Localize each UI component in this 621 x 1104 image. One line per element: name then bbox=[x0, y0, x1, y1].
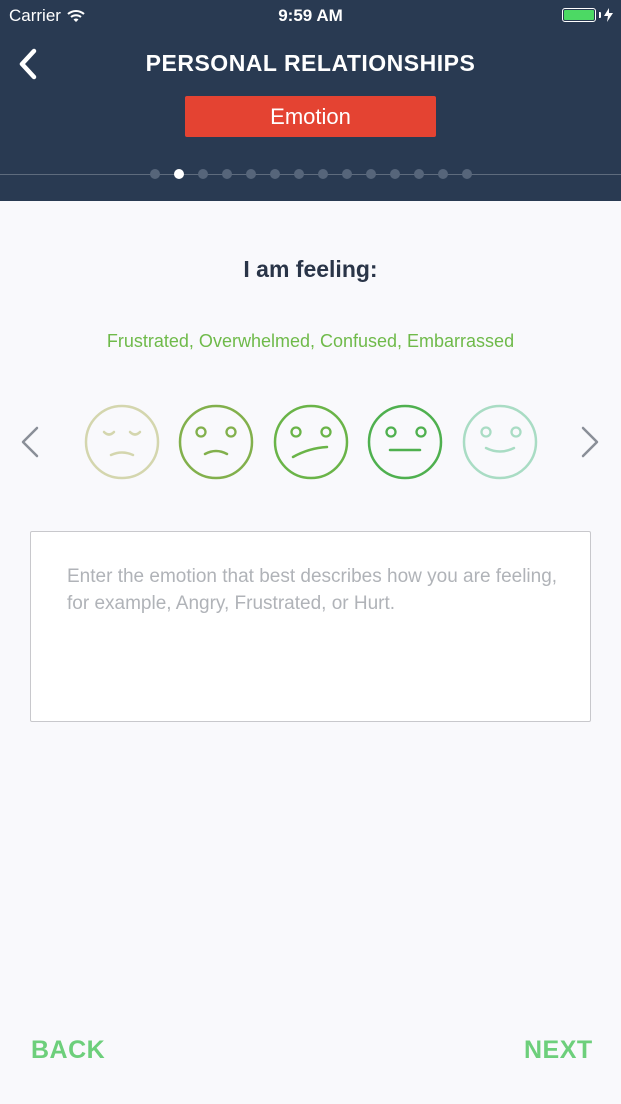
next-button[interactable]: NEXT bbox=[524, 1036, 593, 1065]
back-button[interactable]: BACK bbox=[31, 1036, 105, 1065]
smile-face-icon bbox=[462, 404, 538, 480]
neutral-face-icon bbox=[367, 404, 443, 480]
progress-dot bbox=[294, 169, 304, 179]
progress-dot bbox=[438, 169, 448, 179]
frown-face-icon bbox=[178, 404, 254, 480]
progress-dot bbox=[342, 169, 352, 179]
chevron-left-icon[interactable] bbox=[18, 425, 42, 459]
battery-icon bbox=[562, 8, 596, 22]
charging-bolt-icon bbox=[604, 8, 613, 22]
progress-dot bbox=[174, 169, 184, 179]
progress-dot bbox=[390, 169, 400, 179]
face-smile[interactable] bbox=[462, 404, 538, 480]
progress-dot bbox=[246, 169, 256, 179]
status-bar: Carrier 9:59 AM bbox=[0, 0, 621, 32]
face-frown[interactable] bbox=[178, 404, 254, 480]
category-badge: Emotion bbox=[185, 96, 436, 137]
emotion-text-input[interactable]: Enter the emotion that best describes ho… bbox=[30, 531, 591, 722]
emotion-words: Frustrated, Overwhelmed, Confused, Embar… bbox=[106, 331, 515, 351]
input-placeholder: Enter the emotion that best describes ho… bbox=[67, 566, 558, 614]
battery-indicator bbox=[562, 8, 613, 22]
progress-dot bbox=[198, 169, 208, 179]
progress-dot bbox=[318, 169, 328, 179]
progress-dots bbox=[0, 167, 621, 181]
page-title: PERSONAL RELATIONSHIPS bbox=[145, 50, 476, 76]
face-confused[interactable] bbox=[273, 404, 349, 480]
progress-dot bbox=[270, 169, 280, 179]
status-time: 9:59 AM bbox=[278, 6, 343, 25]
chevron-right-icon[interactable] bbox=[578, 425, 602, 459]
progress-dot bbox=[222, 169, 232, 179]
question-prompt: I am feeling: bbox=[243, 256, 378, 282]
confused-face-icon bbox=[273, 404, 349, 480]
progress-dot bbox=[366, 169, 376, 179]
sleepy-face-icon bbox=[84, 404, 160, 480]
face-neutral[interactable] bbox=[367, 404, 443, 480]
progress-dot bbox=[414, 169, 424, 179]
progress-dot bbox=[462, 169, 472, 179]
face-sleepy[interactable] bbox=[84, 404, 160, 480]
header: Carrier 9:59 AM PERSONAL RELATIONSHIPS E… bbox=[0, 0, 621, 201]
progress-dot bbox=[150, 169, 160, 179]
